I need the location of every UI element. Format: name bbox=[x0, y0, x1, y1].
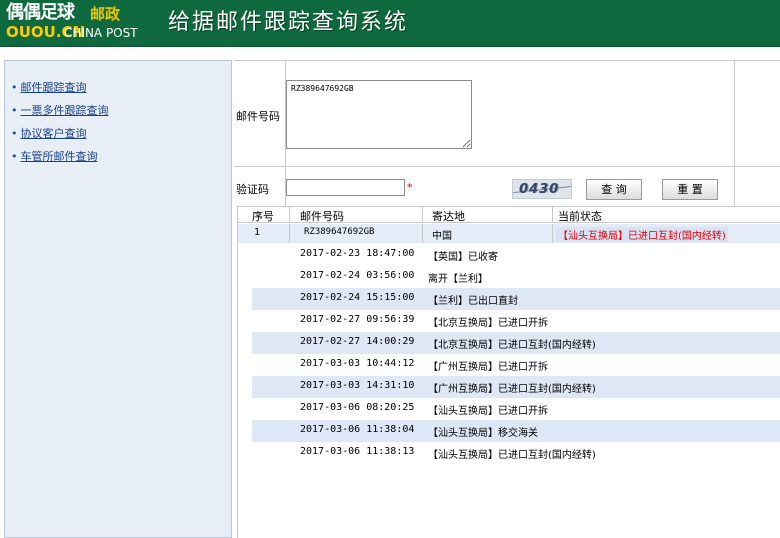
header-destination: 寄达地 bbox=[432, 210, 465, 223]
row-divider bbox=[552, 224, 553, 243]
bullet-icon: • bbox=[11, 127, 18, 140]
page-title: 给据邮件跟踪查询系统 bbox=[168, 10, 409, 35]
row-mail-no: RZ389647692GB bbox=[304, 227, 375, 237]
event-description: 【英国】已收寄 bbox=[428, 252, 498, 263]
china-post-logo: 偶偶足球 邮政 OUOU.CN CHINA POST bbox=[6, 4, 146, 44]
row-destination: 中国 bbox=[432, 231, 452, 242]
table-row-event: 2017-03-03 10:44:12 【广州互换局】已进口开拆 bbox=[252, 354, 780, 376]
event-time: 2017-02-27 14:00:29 bbox=[300, 336, 415, 347]
logo-watermark-top: 偶偶足球 bbox=[6, 2, 75, 23]
event-description: 【汕头互换局】已进口开拆 bbox=[428, 406, 548, 417]
header-status: 当前状态 bbox=[558, 210, 602, 223]
sidebar-item-contract-customer: • 协议客户查询 bbox=[5, 125, 231, 148]
header-divider bbox=[552, 207, 553, 223]
event-description: 【广州互换局】已进口开拆 bbox=[428, 362, 548, 373]
verify-code-input[interactable] bbox=[286, 179, 405, 196]
captcha-text: 0430 bbox=[519, 182, 560, 197]
table-row-event: 2017-02-27 14:00:29 【北京互换局】已进口互封(国内经转) bbox=[252, 332, 780, 354]
verify-label-cell: 验证码 bbox=[234, 167, 286, 206]
event-time: 2017-02-23 18:47:00 bbox=[300, 248, 415, 259]
header-mail-no: 邮件号码 bbox=[300, 210, 344, 223]
sidebar: • 邮件跟踪查询 • 一票多件跟踪查询 • 协议客户查询 • 车管所邮件查询 bbox=[4, 60, 232, 538]
event-description: 【兰利】已出口直封 bbox=[428, 296, 518, 307]
event-time: 2017-02-27 09:56:39 bbox=[300, 314, 415, 325]
event-time: 2017-03-03 10:44:12 bbox=[300, 358, 415, 369]
table-row-event: 2017-02-23 18:47:00 【英国】已收寄 bbox=[252, 244, 780, 266]
event-description: 【汕头互换局】移交海关 bbox=[428, 428, 538, 439]
verify-code-label: 验证码 bbox=[236, 183, 269, 196]
table-row-event: 2017-02-24 03:56:00 离开【兰利】 bbox=[252, 266, 780, 288]
table-row-event: 2017-03-06 08:20:25 【汕头互换局】已进口开拆 bbox=[252, 398, 780, 420]
bullet-icon: • bbox=[11, 150, 18, 163]
verify-code-row: 验证码 * 0430 查 询 重 置 bbox=[234, 166, 780, 206]
sidebar-item-mail-tracking: • 邮件跟踪查询 bbox=[5, 79, 231, 102]
event-description: 【北京互换局】已进口开拆 bbox=[428, 318, 548, 329]
table-row-event: 2017-03-06 11:38:04 【汕头互换局】移交海关 bbox=[252, 420, 780, 442]
sidebar-link-vehicle-office[interactable]: 车管所邮件查询 bbox=[21, 150, 98, 163]
row-status: 【汕头互换局】已进口互封(国内经转) bbox=[556, 227, 728, 242]
logo-brand-cn: 邮政 bbox=[90, 5, 121, 23]
event-time: 2017-03-03 14:31:10 bbox=[300, 380, 415, 391]
header-index: 序号 bbox=[252, 210, 274, 223]
query-button[interactable]: 查 询 bbox=[586, 179, 642, 200]
header-divider bbox=[289, 207, 290, 223]
captcha-image[interactable]: 0430 bbox=[512, 179, 572, 199]
event-time: 2017-03-06 11:38:04 bbox=[300, 424, 415, 435]
mail-number-textarea[interactable]: RZ389647692GB bbox=[286, 80, 472, 149]
event-time: 2017-03-06 11:38:13 bbox=[300, 446, 415, 457]
bullet-icon: • bbox=[11, 104, 18, 117]
table-row-event: 2017-03-03 14:31:10 【广州互换局】已进口互封(国内经转) bbox=[252, 376, 780, 398]
row-divider bbox=[289, 224, 290, 243]
reset-button[interactable]: 重 置 bbox=[662, 179, 718, 200]
event-time: 2017-02-24 15:15:00 bbox=[300, 292, 415, 303]
row-index: 1 bbox=[254, 227, 261, 238]
mail-number-label-cell: 邮件号码 bbox=[234, 61, 286, 166]
table-row-event: 2017-03-06 11:38:13 【汕头互换局】已进口互封(国内经转) bbox=[252, 442, 780, 464]
event-description: 离开【兰利】 bbox=[428, 274, 488, 285]
results-table: 序号 邮件号码 寄达地 当前状态 1 RZ389647692GB 中国 【汕头互… bbox=[237, 206, 780, 538]
sidebar-item-multi-tracking: • 一票多件跟踪查询 bbox=[5, 102, 231, 125]
event-time: 2017-02-24 03:56:00 bbox=[300, 270, 415, 281]
sidebar-link-mail-tracking[interactable]: 邮件跟踪查询 bbox=[21, 81, 87, 94]
results-header-row: 序号 邮件号码 寄达地 当前状态 bbox=[238, 207, 780, 223]
sidebar-link-multi-tracking[interactable]: 一票多件跟踪查询 bbox=[21, 104, 109, 117]
row-divider bbox=[422, 224, 423, 243]
table-row-main[interactable]: 1 RZ389647692GB 中国 【汕头互换局】已进口互封(国内经转) bbox=[238, 224, 780, 243]
event-description: 【汕头互换局】已进口互封(国内经转) bbox=[428, 450, 596, 461]
header-divider bbox=[422, 207, 423, 223]
mail-number-label: 邮件号码 bbox=[236, 110, 280, 123]
table-row-event: 2017-02-27 09:56:39 【北京互换局】已进口开拆 bbox=[252, 310, 780, 332]
logo-brand-en: CHINA POST bbox=[64, 26, 138, 40]
sidebar-item-vehicle-office: • 车管所邮件查询 bbox=[5, 148, 231, 171]
sidebar-menu: • 邮件跟踪查询 • 一票多件跟踪查询 • 协议客户查询 • 车管所邮件查询 bbox=[5, 61, 231, 171]
header-bar: 偶偶足球 邮政 OUOU.CN CHINA POST 给据邮件跟踪查询系统 bbox=[0, 0, 780, 47]
form-right-border bbox=[734, 60, 735, 206]
event-description: 【北京互换局】已进口互封(国内经转) bbox=[428, 340, 596, 351]
table-row-event: 2017-02-24 15:15:00 【兰利】已出口直封 bbox=[252, 288, 780, 310]
required-mark: * bbox=[407, 181, 413, 194]
sidebar-link-contract-customer[interactable]: 协议客户查询 bbox=[21, 127, 87, 140]
bullet-icon: • bbox=[11, 81, 18, 94]
mail-number-row: 邮件号码 RZ389647692GB bbox=[234, 60, 780, 166]
event-description: 【广州互换局】已进口互封(国内经转) bbox=[428, 384, 596, 395]
event-time: 2017-03-06 08:20:25 bbox=[300, 402, 415, 413]
